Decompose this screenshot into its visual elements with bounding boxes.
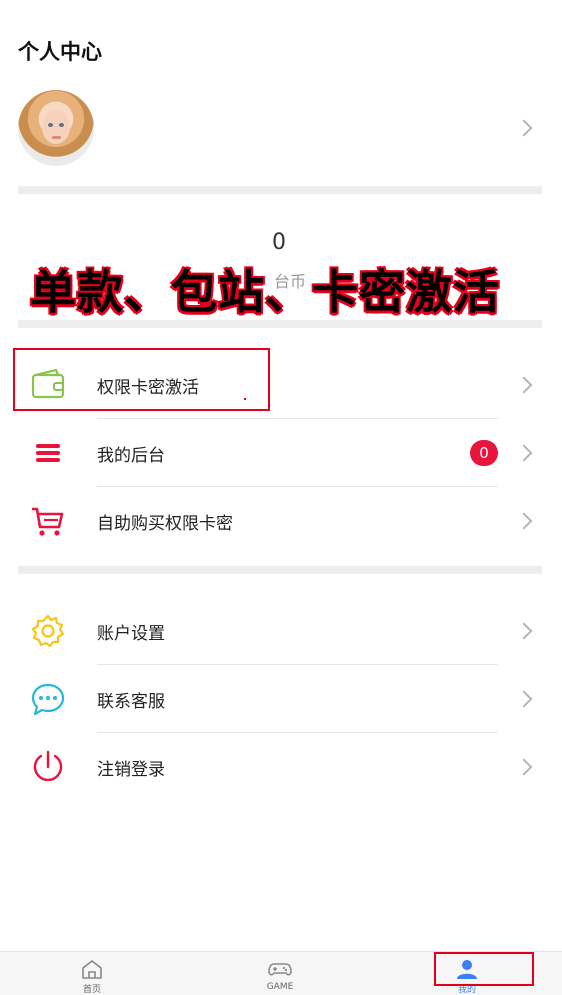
cart-icon — [32, 507, 64, 536]
home-icon — [82, 960, 102, 979]
menu-item-label: 我的后台 — [97, 446, 165, 466]
menu-item-label: 自助购买权限卡密 — [97, 514, 233, 534]
overlay-banner: 单款、包站、卡密激活 — [30, 265, 500, 319]
menu-item-account-settings[interactable]: 账户设置 — [18, 597, 542, 665]
gamepad-icon — [268, 963, 292, 976]
menu-item-label: 注销登录 — [97, 760, 165, 780]
page-title: 个人中心 — [18, 40, 102, 64]
profile-row[interactable] — [0, 88, 562, 170]
chat-bubble-icon — [31, 683, 65, 716]
tab-label: 首页 — [82, 985, 101, 995]
avatar-eye-right — [59, 123, 64, 127]
annotation-dot — [244, 398, 246, 400]
chevron-right-icon — [515, 512, 533, 530]
chevron-right-icon — [515, 690, 533, 708]
tab-game[interactable]: GAME — [240, 958, 320, 992]
avatar-mouth — [52, 136, 61, 139]
section-divider — [18, 566, 542, 574]
section-divider — [18, 320, 542, 328]
notification-badge: 0 — [470, 440, 498, 466]
highlight-box — [434, 952, 534, 986]
chevron-right-icon — [515, 758, 533, 776]
tab-home[interactable]: 首页 — [52, 958, 132, 995]
chevron-right-icon — [515, 119, 533, 137]
chevron-right-icon — [515, 376, 533, 394]
avatar-eye-left — [48, 123, 53, 127]
menu-item-contact-service[interactable]: 联系客服 — [18, 665, 542, 733]
section-divider — [18, 186, 542, 194]
chevron-right-icon — [515, 622, 533, 640]
menu-item-label: 联系客服 — [97, 692, 165, 712]
menu-item-my-backend[interactable]: 我的后台 0 — [18, 419, 542, 487]
power-icon — [33, 750, 63, 782]
menu-item-logout[interactable]: 注销登录 — [18, 733, 542, 801]
menu-item-label: 账户设置 — [97, 624, 165, 644]
balance-value: 0 — [272, 230, 286, 255]
list-icon — [36, 444, 60, 462]
avatar[interactable] — [18, 90, 94, 166]
chevron-right-icon — [515, 444, 533, 462]
menu-item-buy-card[interactable]: 自助购买权限卡密 — [18, 487, 542, 555]
gear-icon — [31, 614, 65, 648]
highlight-box — [13, 348, 270, 411]
tab-label: GAME — [266, 982, 294, 992]
